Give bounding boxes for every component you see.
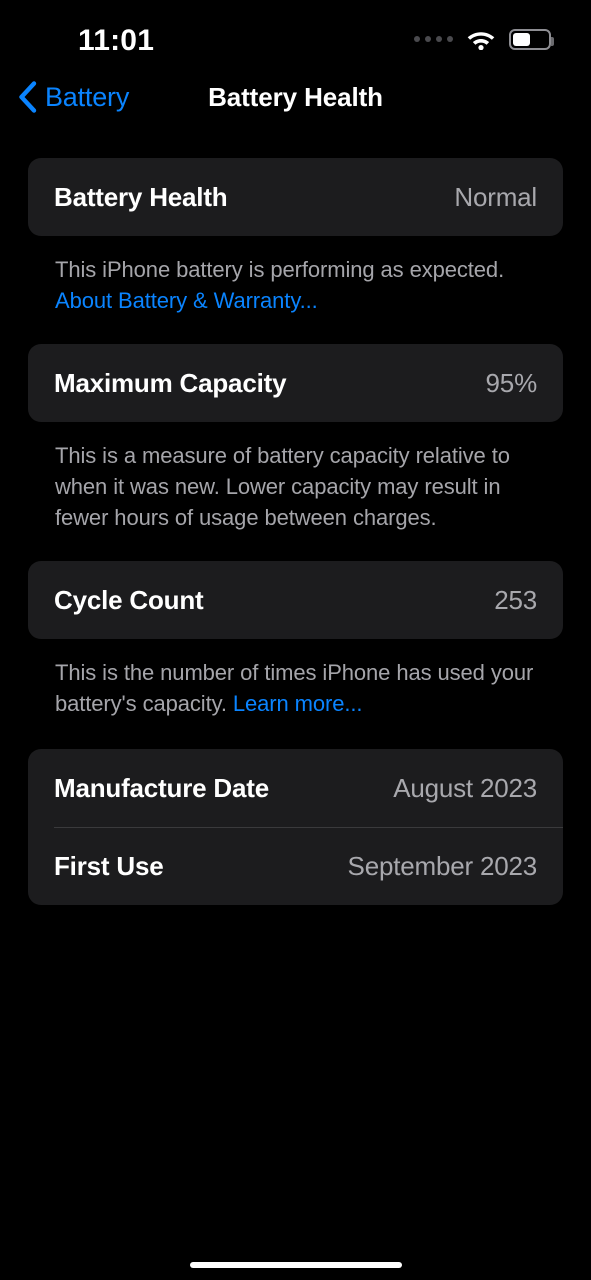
row-value: August 2023 <box>393 772 537 803</box>
row-label: Cycle Count <box>54 584 204 615</box>
row-first-use: First Use September 2023 <box>28 827 563 905</box>
row-label: First Use <box>54 850 164 881</box>
page-title: Battery Health <box>208 82 383 112</box>
row-value: 253 <box>494 584 537 615</box>
footer-maximum-capacity: This is a measure of battery capacity re… <box>28 440 563 533</box>
section-cycle-count: Cycle Count 253 <box>28 561 563 639</box>
row-manufacture-date: Manufacture Date August 2023 <box>28 749 563 827</box>
row-value: September 2023 <box>347 850 538 881</box>
section-battery-dates: Manufacture Date August 2023 First Use S… <box>28 749 563 905</box>
learn-more-link[interactable]: Learn more... <box>233 691 363 716</box>
row-label: Maximum Capacity <box>54 367 287 398</box>
section-maximum-capacity: Maximum Capacity 95% <box>28 344 563 422</box>
row-cycle-count[interactable]: Cycle Count 253 <box>28 561 563 639</box>
row-label: Battery Health <box>54 181 228 212</box>
home-indicator[interactable] <box>189 1262 402 1268</box>
footer-text: This iPhone battery is performing as exp… <box>55 257 505 282</box>
wifi-icon <box>466 28 496 50</box>
footer-battery-health: This iPhone battery is performing as exp… <box>28 254 563 316</box>
settings-list: Battery Health Normal This iPhone batter… <box>0 158 591 905</box>
battery-icon <box>509 28 554 50</box>
navigation-bar: Battery Battery Health <box>0 78 591 132</box>
phone-screen: 11:01 Battery Battery Health Battery Hea… <box>0 0 591 1280</box>
status-bar: 11:01 <box>0 0 591 72</box>
footer-cycle-count: This is the number of times iPhone has u… <box>28 657 563 719</box>
status-bar-time: 11:01 <box>78 24 155 57</box>
status-bar-indicators <box>414 28 554 50</box>
row-value: Normal <box>454 181 537 212</box>
section-battery-health: Battery Health Normal <box>28 158 563 236</box>
row-maximum-capacity[interactable]: Maximum Capacity 95% <box>28 344 563 422</box>
row-battery-health[interactable]: Battery Health Normal <box>28 158 563 236</box>
row-value: 95% <box>485 367 538 398</box>
row-label: Manufacture Date <box>54 772 269 803</box>
about-battery-warranty-link[interactable]: About Battery & Warranty... <box>55 288 318 313</box>
cellular-dots-icon <box>414 36 453 42</box>
footer-text: This is a measure of battery capacity re… <box>55 443 510 530</box>
